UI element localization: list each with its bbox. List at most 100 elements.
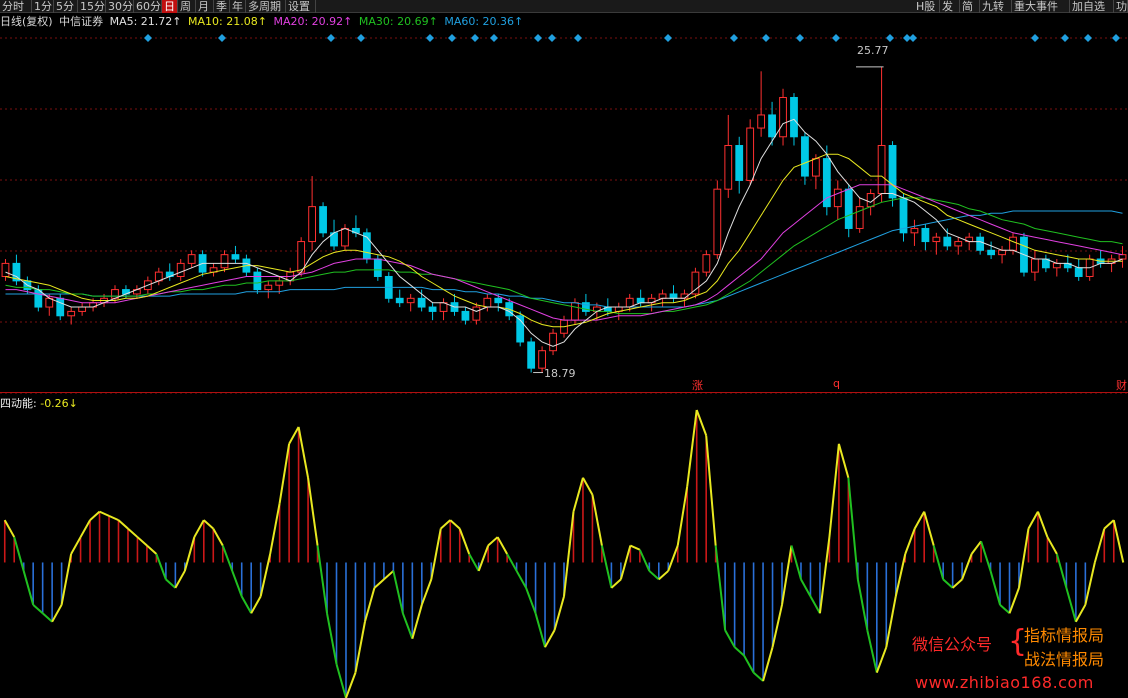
- energy-line-segment: [1074, 604, 1087, 623]
- watermark-line1: 指标情报局: [1024, 626, 1105, 645]
- energy-line-segment: [32, 604, 44, 615]
- candle-body: [658, 293, 667, 299]
- candle-body: [406, 297, 415, 304]
- energy-line-segment: [591, 494, 603, 546]
- kline-chart[interactable]: [0, 0, 1128, 698]
- energy-line-segment: [373, 578, 385, 589]
- candle-body: [987, 249, 996, 256]
- energy-line-segment: [961, 553, 973, 580]
- energy-line-segment: [496, 536, 508, 555]
- energy-line-segment: [705, 435, 717, 546]
- candle-body: [67, 310, 76, 317]
- energy-line-segment: [714, 545, 727, 631]
- event-mark-limit-up[interactable]: 涨: [692, 377, 703, 393]
- candle-body: [571, 302, 579, 321]
- energy-line-segment: [629, 544, 641, 551]
- candle-body: [319, 206, 327, 234]
- high-price-label: 25.77: [857, 44, 889, 57]
- energy-line-segment: [582, 477, 594, 496]
- watermark-wechat: 微信公众号: [912, 635, 993, 654]
- energy-line-segment: [99, 510, 110, 517]
- energy-line-segment: [1103, 519, 1115, 530]
- candle-body: [888, 145, 897, 199]
- energy-line-segment: [800, 578, 812, 597]
- candle-body: [932, 236, 941, 243]
- energy-line-segment: [335, 663, 347, 698]
- candle-body: [811, 158, 820, 177]
- watermark-url: www.zhibiao168.com: [915, 673, 1094, 692]
- energy-line-segment: [913, 511, 926, 530]
- candle-body: [549, 332, 557, 352]
- energy-line-segment: [440, 519, 451, 530]
- candle-body: [187, 254, 196, 264]
- event-mark-finance[interactable]: 财: [1116, 377, 1127, 393]
- energy-line-segment: [695, 409, 708, 436]
- energy-line-segment: [326, 613, 338, 665]
- energy-line-segment: [60, 553, 73, 606]
- energy-line-segment: [288, 426, 300, 445]
- indicator-name: 四动能:: [0, 397, 37, 410]
- energy-line-segment: [525, 587, 537, 614]
- energy-line-segment: [676, 486, 689, 546]
- energy-line-segment: [1093, 528, 1106, 563]
- energy-line-segment: [250, 595, 262, 614]
- candle-body: [428, 306, 437, 312]
- candle-body: [308, 206, 317, 243]
- candle-body: [636, 297, 645, 304]
- energy-line-segment: [155, 553, 167, 580]
- energy-line-segment: [297, 426, 310, 478]
- candle-body: [768, 114, 776, 138]
- energy-line-segment: [1084, 562, 1096, 606]
- candle-body: [1, 262, 10, 277]
- candle-body: [779, 96, 787, 138]
- energy-line-segment: [743, 655, 755, 674]
- energy-line-segment: [1046, 536, 1058, 555]
- signal-diamond: [548, 34, 556, 42]
- candle-body: [220, 254, 229, 269]
- energy-line-segment: [1037, 511, 1049, 538]
- energy-line-segment: [837, 443, 850, 479]
- energy-line-segment: [1112, 519, 1125, 563]
- energy-line-segment: [363, 587, 376, 623]
- candle-body: [757, 114, 766, 129]
- low-price-label: 18.79: [544, 367, 576, 380]
- energy-line-segment: [999, 604, 1011, 615]
- signal-diamond: [762, 34, 770, 42]
- candle-body: [264, 284, 273, 291]
- energy-line-segment: [127, 527, 139, 538]
- energy-line-segment: [534, 613, 547, 648]
- energy-line-segment: [619, 545, 632, 580]
- candle-body: [417, 297, 426, 308]
- candle-body: [253, 271, 262, 291]
- signal-diamond: [664, 34, 672, 42]
- candle-body: [943, 236, 952, 247]
- energy-line-segment: [449, 519, 461, 530]
- energy-line-segment: [108, 514, 119, 522]
- energy-line-segment: [904, 528, 916, 555]
- signal-diamond: [832, 34, 840, 42]
- energy-line-segment: [638, 549, 651, 572]
- energy-line-segment: [354, 621, 366, 673]
- signal-diamond: [909, 34, 917, 42]
- energy-line-segment: [212, 528, 224, 547]
- candle-body: [790, 96, 798, 138]
- energy-line-segment: [809, 595, 821, 614]
- energy-line-segment: [269, 502, 281, 555]
- energy-line-segment: [828, 443, 840, 538]
- energy-line-segment: [553, 596, 565, 631]
- event-mark-q[interactable]: q: [833, 377, 840, 390]
- energy-line-segment: [771, 604, 783, 648]
- candle-body: [735, 145, 744, 181]
- energy-line-segment: [1018, 528, 1030, 589]
- candle-body: [801, 136, 809, 177]
- energy-line-segment: [278, 443, 291, 504]
- energy-line-segment: [41, 612, 53, 623]
- signal-diamond: [144, 34, 152, 42]
- energy-line-segment: [51, 604, 63, 623]
- signal-diamond: [730, 34, 738, 42]
- candle-body: [976, 236, 985, 251]
- energy-line-segment: [345, 672, 357, 698]
- candle-body: [746, 127, 755, 181]
- candle-body: [461, 310, 470, 321]
- signal-diamond: [1112, 34, 1120, 42]
